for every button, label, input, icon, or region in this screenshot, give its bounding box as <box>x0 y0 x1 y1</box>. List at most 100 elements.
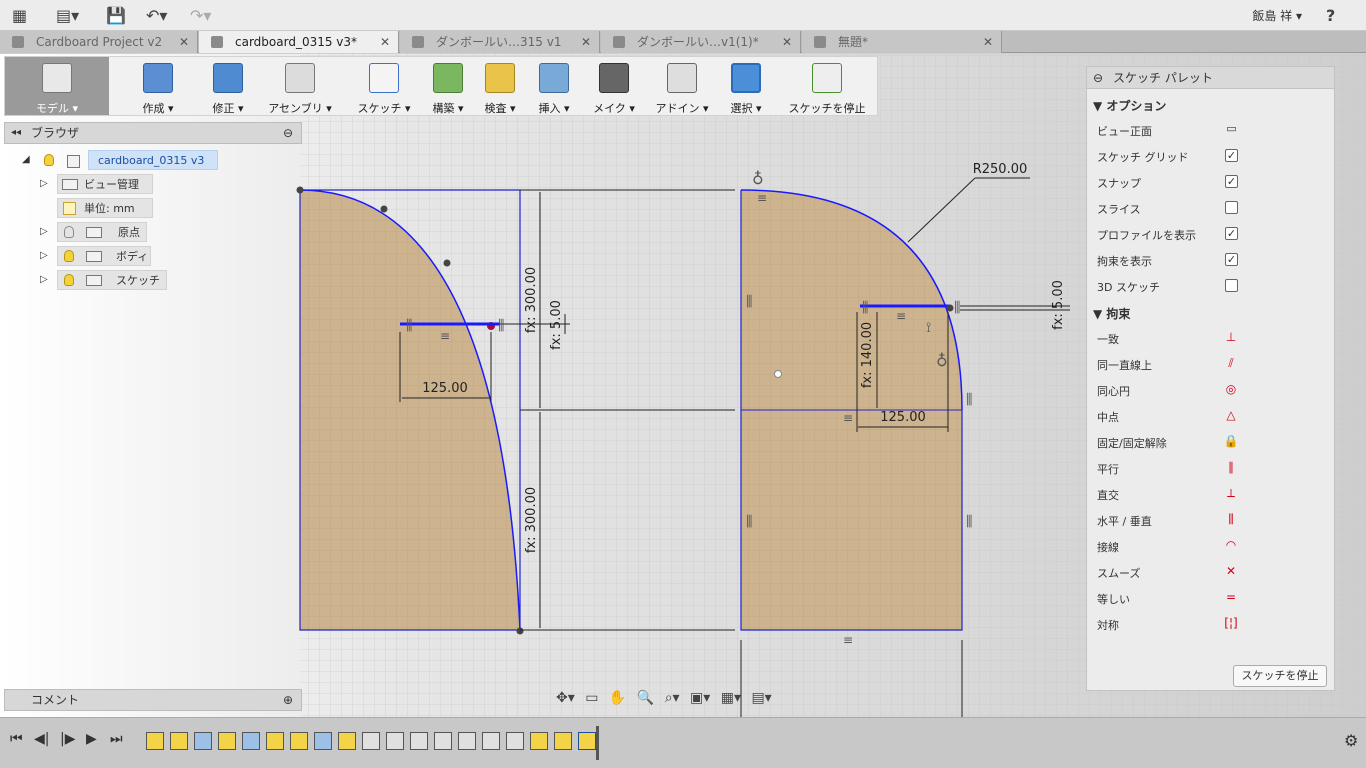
constraint-smooth[interactable]: スムーズ ✕ <box>1097 564 1236 581</box>
file-menu-icon[interactable]: ▤▾ <box>56 6 79 26</box>
timeline-sketch-feature[interactable] <box>338 732 356 750</box>
constraint-coincident[interactable]: 一致 ⊥ <box>1097 330 1236 347</box>
sketch-point[interactable] <box>946 304 954 312</box>
viewports-icon[interactable]: ▤▾ <box>751 690 771 706</box>
timeline-sketch-feature-active[interactable] <box>578 732 596 750</box>
insert-menu[interactable]: 挿入 ▾ <box>529 57 579 115</box>
dim-left-vertical-bottom[interactable]: fx: 300.00 <box>524 487 539 553</box>
vertical-constraint-icon[interactable]: ⫼ <box>966 392 972 408</box>
horizontal-constraint-icon[interactable]: ≡ <box>757 191 767 205</box>
tab-cardboard-project[interactable]: Cardboard Project v2 ✕ <box>0 31 198 53</box>
visibility-bulb-icon[interactable] <box>64 250 74 262</box>
close-icon[interactable]: ✕ <box>380 31 390 53</box>
zoom-icon[interactable]: 🔍 <box>637 690 654 706</box>
tab-untitled[interactable]: 無題* ✕ <box>802 31 1002 53</box>
fit-icon[interactable]: ⌕▾ <box>665 690 680 706</box>
lock-icon[interactable]: 🔒 <box>1223 433 1239 449</box>
collapse-icon[interactable]: ◂◂ <box>11 123 21 143</box>
constraint-horizontal-vertical[interactable]: 水平 / 垂直 ⫼ <box>1097 512 1234 529</box>
timeline-sketch-feature[interactable] <box>266 732 284 750</box>
triangle-right-icon[interactable]: ▷ <box>40 226 48 237</box>
vertical-constraint-icon[interactable]: ⫼ <box>966 514 972 530</box>
help-icon[interactable]: ? <box>1326 6 1335 26</box>
browser-panel-header[interactable]: ◂◂ ブラウザ ⊖ <box>4 122 302 144</box>
timeline-extrude-feature[interactable] <box>242 732 260 750</box>
step-back-icon[interactable]: ◀| <box>34 731 49 747</box>
center-point[interactable] <box>774 370 782 378</box>
workspace-switcher[interactable]: モデル ▾ <box>5 57 109 115</box>
constraint-equal[interactable]: 等しい = <box>1097 590 1236 607</box>
timeline-marker[interactable] <box>596 726 599 760</box>
tangent-constraint-icon[interactable]: ♁ <box>752 169 764 188</box>
dim-right-horizontal[interactable]: 125.00 <box>880 410 926 425</box>
sketch-point[interactable] <box>516 627 524 635</box>
constraint-concentric[interactable]: 同心円 ◎ <box>1097 382 1236 399</box>
look-at-icon[interactable]: ▭ <box>585 690 598 706</box>
tab-cardboard-0315[interactable]: cardboard_0315 v3* ✕ <box>199 31 399 53</box>
snap-checkbox[interactable]: ✓ <box>1225 175 1238 188</box>
timeline-sketch-feature[interactable] <box>170 732 188 750</box>
timeline-extrude-feature[interactable] <box>194 732 212 750</box>
assemble-menu[interactable]: アセンブリ ▾ <box>255 57 345 115</box>
close-icon[interactable]: ✕ <box>581 31 591 53</box>
undo-icon[interactable]: ↶▾ <box>146 6 167 26</box>
timeline-sketch-feature[interactable] <box>554 732 572 750</box>
minus-icon[interactable]: ⊖ <box>283 123 293 143</box>
play-reverse-icon[interactable]: |▶ <box>60 731 75 747</box>
vertical-constraint-icon[interactable]: ⫼ <box>862 300 868 316</box>
equal-icon[interactable]: = <box>1223 589 1239 605</box>
concentric-icon[interactable]: ◎ <box>1223 381 1239 397</box>
user-menu[interactable]: 飯島 祥 ▾ <box>1252 7 1302 24</box>
sketch-point[interactable] <box>380 205 388 213</box>
collapse-icon[interactable]: ⊖ <box>1093 67 1103 89</box>
addins-menu[interactable]: アドイン ▾ <box>651 57 713 115</box>
timeline-move-feature[interactable] <box>506 732 524 750</box>
redo-icon[interactable]: ↷▾ <box>190 6 211 26</box>
app-grid-icon[interactable]: ▦ <box>12 6 27 26</box>
save-icon[interactable]: 💾 <box>106 6 126 26</box>
browser-item-units[interactable]: 単位: mm <box>57 198 153 218</box>
play-icon[interactable]: ▶ <box>86 731 97 747</box>
timeline-sketch-feature[interactable] <box>290 732 308 750</box>
constraint-parallel[interactable]: 平行 ∥ <box>1097 460 1234 477</box>
construct-menu[interactable]: 構築 ▾ <box>423 57 473 115</box>
inspect-menu[interactable]: 検査 ▾ <box>475 57 525 115</box>
comment-panel-header[interactable]: コメント ⊕ <box>4 689 302 711</box>
modify-menu[interactable]: 修正 ▾ <box>203 57 253 115</box>
visibility-bulb-icon[interactable] <box>64 274 74 286</box>
look-at-icon[interactable]: ▭ <box>1225 123 1238 136</box>
slice-checkbox[interactable] <box>1225 201 1238 214</box>
close-icon[interactable]: ✕ <box>179 31 189 53</box>
constraint-collinear[interactable]: 同一直線上 ⫽ <box>1097 356 1234 373</box>
vertical-constraint-icon[interactable]: ⫼ <box>498 318 504 334</box>
go-to-end-icon[interactable]: ⏭ <box>110 731 123 747</box>
add-comment-icon[interactable]: ⊕ <box>283 690 293 710</box>
pan-icon[interactable]: ✋ <box>609 690 626 706</box>
constraint-fix[interactable]: 固定/固定解除 🔒 <box>1097 434 1238 451</box>
horizontal-constraint-icon[interactable]: ≡ <box>896 309 906 323</box>
timeline-joint-feature[interactable] <box>434 732 452 750</box>
3d-sketch-checkbox[interactable] <box>1225 279 1238 292</box>
midpoint-icon[interactable]: △ <box>1223 407 1239 423</box>
tab-danboru-1[interactable]: ダンボールい…315 v1 ✕ <box>400 31 600 53</box>
dim-left-vertical-top[interactable]: fx: 300.00 <box>524 267 539 333</box>
constraints-section-title[interactable]: ▼ 拘束 <box>1093 305 1130 322</box>
dim-radius[interactable]: R250.00 <box>973 162 1028 177</box>
triangle-right-icon[interactable]: ▷ <box>40 274 48 285</box>
triangle-down-icon[interactable]: ◢ <box>22 154 30 165</box>
gear-icon[interactable]: ⚙ <box>1344 731 1358 750</box>
vertical-constraint-icon[interactable]: ⫼ <box>954 300 960 316</box>
tangent-constraint-icon[interactable]: ♁ <box>936 351 948 370</box>
browser-root-item[interactable]: cardboard_0315 v3 <box>88 150 218 170</box>
timeline-move-feature[interactable] <box>362 732 380 750</box>
vertical-constraint-icon[interactable]: ⫼ <box>746 294 752 310</box>
go-to-start-icon[interactable]: ⏮ <box>10 731 23 747</box>
grid-settings-icon[interactable]: ▦▾ <box>721 690 741 706</box>
perpendicular-icon[interactable]: ⟂ <box>1223 485 1239 501</box>
timeline-joint-feature[interactable] <box>386 732 404 750</box>
timeline-sketch-feature[interactable] <box>218 732 236 750</box>
browser-item-origin[interactable]: 原点 <box>57 222 147 242</box>
select-menu[interactable]: 選択 ▾ <box>723 57 769 115</box>
sketch-point[interactable] <box>296 186 304 194</box>
sketch-point[interactable] <box>443 259 451 267</box>
